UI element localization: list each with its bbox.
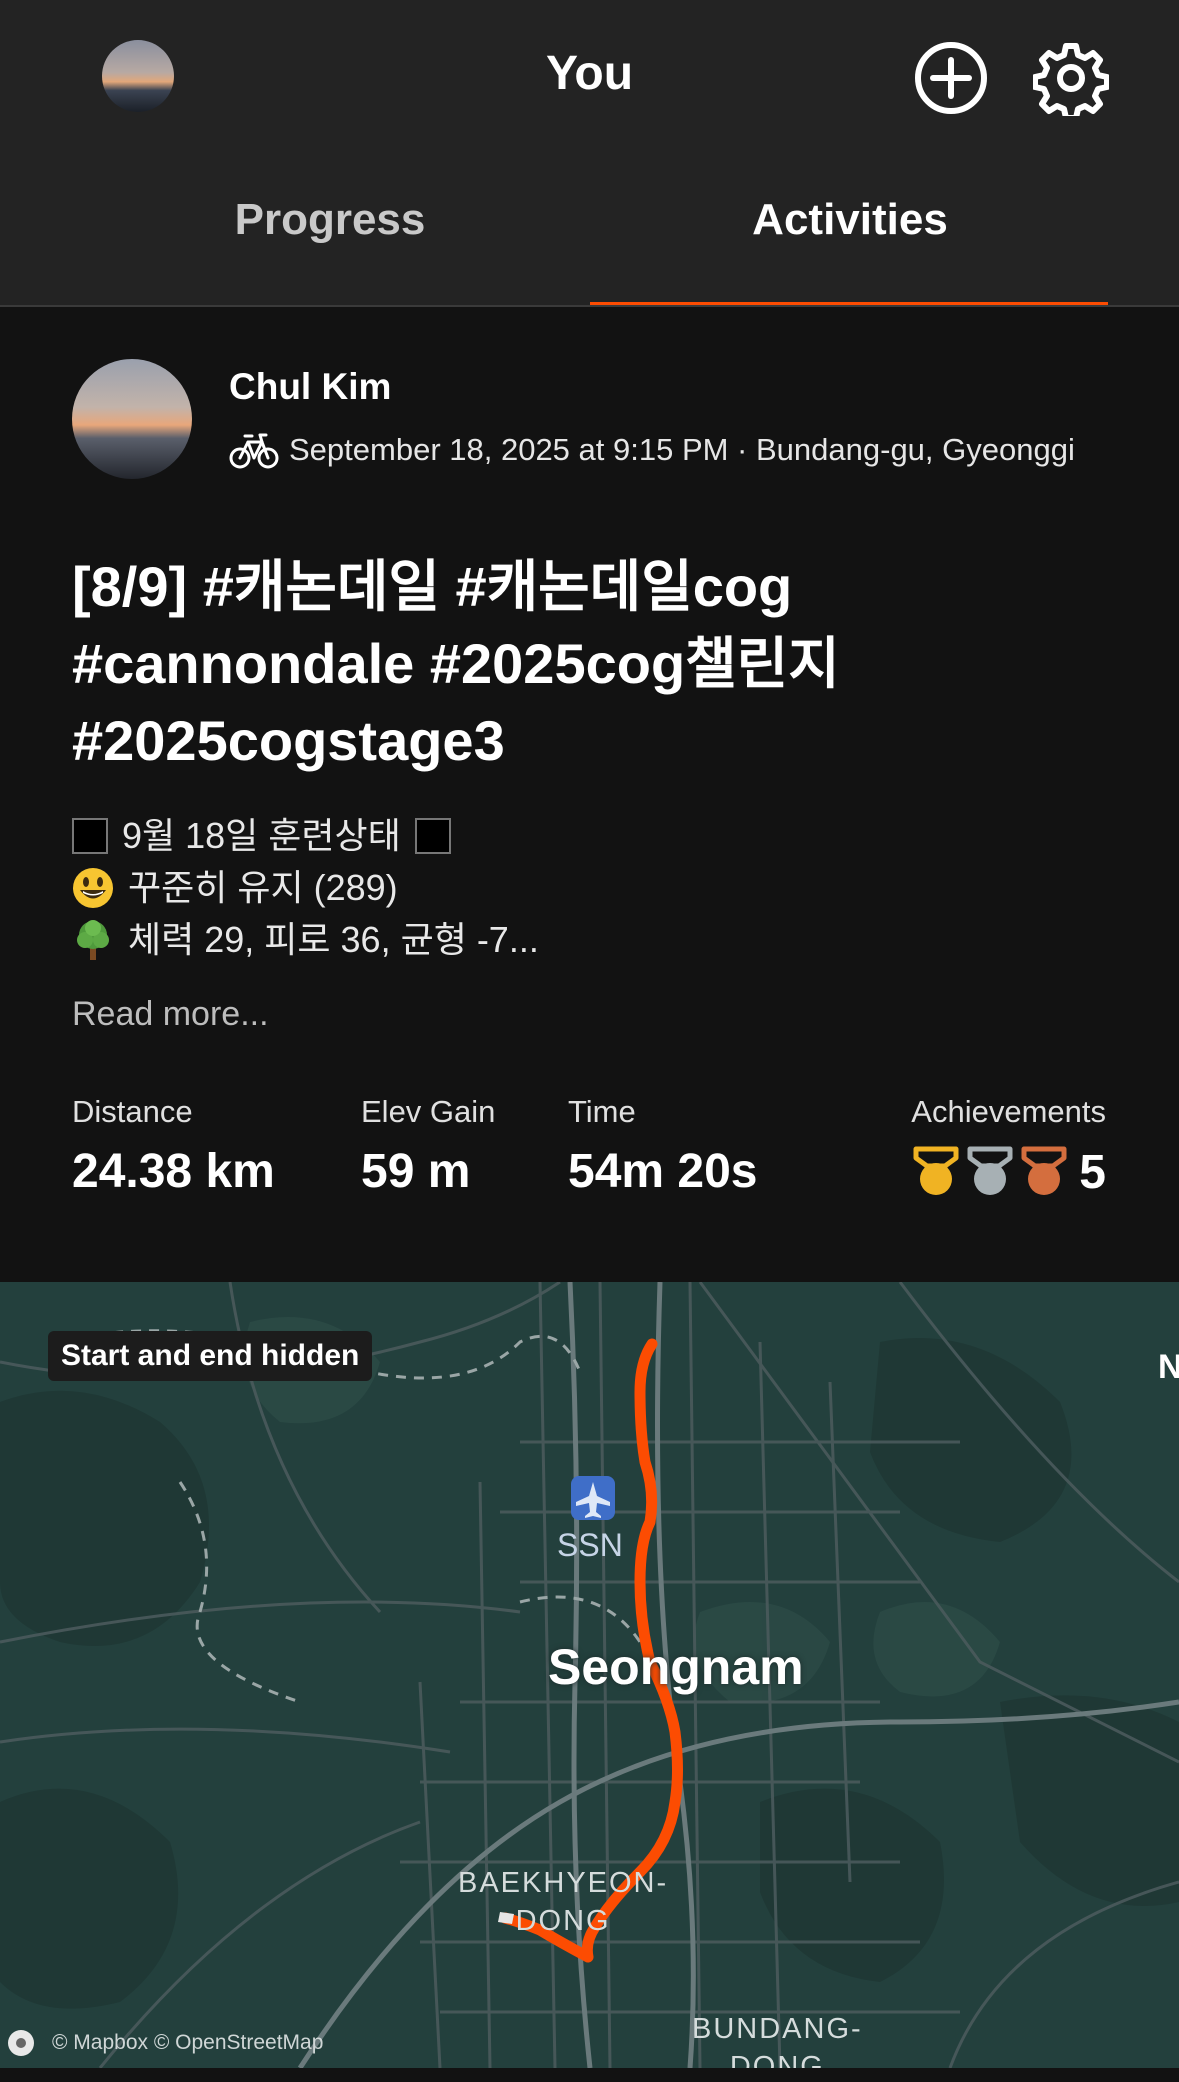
black-square-icon: [72, 818, 108, 854]
stat-label: Elev Gain: [361, 1094, 496, 1129]
map-edge-label: N: [1158, 1348, 1179, 1386]
desc-line-3: 체력 29, 피로 36, 균형 -7...: [128, 919, 539, 960]
read-more-link[interactable]: Read more...: [72, 995, 269, 1034]
page-title: You: [545, 47, 634, 100]
gold-medal-icon: [913, 1146, 959, 1195]
add-button[interactable]: [913, 40, 989, 116]
header-divider: [0, 305, 1179, 307]
district-label-line: DONG: [729, 2051, 825, 2068]
smiley-emoji-icon: [73, 868, 113, 908]
tab-progress[interactable]: Progress: [70, 195, 590, 245]
district-label-line: BUNDANG-: [692, 2013, 863, 2045]
stat-distance: Distance 24.38 km: [72, 1094, 275, 1199]
bottom-edge: [0, 2068, 1179, 2082]
stat-value: 24.38 km: [72, 1145, 275, 1198]
bronze-medal-icon: [1021, 1146, 1067, 1195]
bike-icon: [229, 433, 279, 469]
author-avatar[interactable]: [72, 359, 192, 479]
stat-label: Distance: [72, 1094, 193, 1129]
activity-title[interactable]: [8/9] #캐논데일 #캐논데일cog #cannondale #2025co…: [72, 548, 1122, 779]
district-label-bundang: BUNDANG- DONG: [692, 2010, 863, 2068]
route-map[interactable]: SSN Seongnam BAEKHYEON- DONG BUNDANG- DO…: [0, 1282, 1179, 2068]
achievement-count: 5: [1079, 1145, 1106, 1199]
stat-label: Achievements: [911, 1094, 1106, 1129]
airport-label: SSN: [557, 1527, 623, 1563]
start-end-hidden-badge: Start and end hidden: [48, 1331, 373, 1381]
settings-button[interactable]: [1032, 40, 1110, 121]
tab-bar: Progress Activities: [0, 180, 1179, 307]
district-label-baekhyeon: BAEKHYEON- DONG: [458, 1864, 668, 1940]
mapbox-logo-icon[interactable]: [8, 2030, 34, 2056]
silver-medal-icon: [967, 1146, 1013, 1195]
map-attribution[interactable]: © Mapbox © OpenStreetMap: [8, 2030, 323, 2056]
tab-activities[interactable]: Activities: [590, 195, 1110, 245]
city-label: Seongnam: [548, 1639, 804, 1695]
desc-line-2: 꾸준히 유지 (289): [128, 867, 398, 908]
attribution-text[interactable]: © Mapbox © OpenStreetMap: [52, 2031, 323, 2055]
gear-icon: [1032, 43, 1110, 121]
stat-label: Time: [568, 1094, 636, 1129]
activity-description: 9월 18일 훈련상태 꾸준히 유지 (289) 체력 29, 피로 36, 균…: [72, 810, 1122, 966]
stat-elev-gain: Elev Gain 59 m: [361, 1094, 495, 1199]
stat-time: Time 54m 20s: [568, 1094, 758, 1199]
black-square-icon: [414, 818, 451, 854]
stat-achievements[interactable]: Achievements 5: [905, 1094, 1106, 1202]
district-label-line: DONG: [515, 1905, 611, 1937]
district-label-line: BAEKHYEON-: [458, 1867, 669, 1899]
app-header: You Progress Activities: [0, 0, 1179, 307]
activity-meta: September 18, 2025 at 9:15 PM · Bundang-…: [229, 428, 1075, 472]
tree-emoji-icon: [77, 920, 109, 960]
profile-avatar[interactable]: [102, 40, 174, 112]
desc-line-1: 9월 18일 훈련상태: [122, 815, 401, 856]
stat-value: 59 m: [361, 1145, 471, 1198]
stat-value: 54m 20s: [568, 1145, 758, 1198]
author-name[interactable]: Chul Kim: [229, 366, 391, 408]
plus-circle-icon: [915, 42, 987, 114]
activity-date-location: September 18, 2025 at 9:15 PM · Bundang-…: [289, 432, 1075, 467]
